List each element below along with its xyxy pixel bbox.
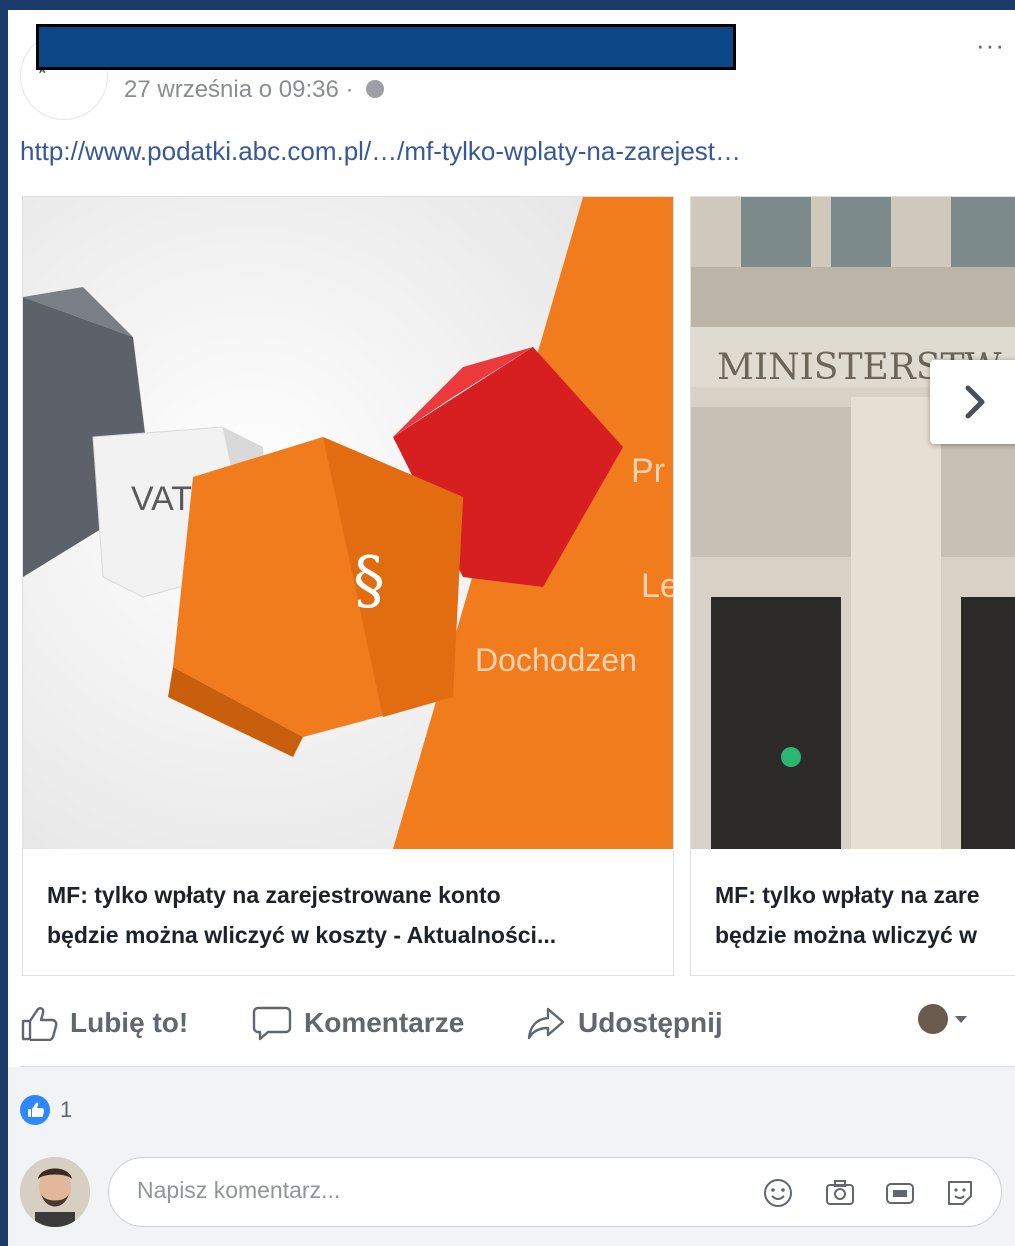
post-link[interactable]: http://www.podatki.abc.com.pl/…/mf-tylko… (20, 136, 741, 167)
avatar[interactable] (20, 1157, 90, 1227)
caret-down-icon (955, 1016, 967, 1023)
more-options-icon[interactable]: ··· (976, 30, 1005, 61)
gif-button[interactable] (883, 1176, 917, 1210)
likes-summary[interactable]: 1 (20, 1095, 72, 1125)
share-label[interactable]: Udostępnij (578, 1007, 723, 1039)
comment-bubble-icon (252, 1006, 292, 1041)
carousel-card[interactable]: MINISTERSTW MF: tylko wpłaty na zare będ… (690, 196, 1015, 976)
like-reaction-icon (20, 1095, 50, 1125)
card-title[interactable]: MF: tylko wpłaty na zarejestrowane konto… (47, 875, 663, 955)
image-text-le: Le (641, 567, 673, 605)
card-title-line[interactable]: będzie można wliczyć w (715, 915, 1015, 955)
card-image[interactable]: VAT § Pr Le Dochodzen (23, 197, 673, 849)
paragraph-symbol: § (353, 544, 385, 618)
card-title-line[interactable]: MF: tylko wpłaty na zarejestrowane konto (47, 875, 663, 915)
sticker-icon (948, 1181, 972, 1205)
post-card: A 27 września o 09:36 · ··· http://www.p… (8, 10, 1015, 1246)
camera-icon (826, 1180, 854, 1205)
tax-cubes-image: VAT § Pr Le Dochodzen (23, 197, 673, 849)
post-timestamp[interactable]: 27 września o 09:36 · (124, 76, 385, 104)
avatar (918, 1004, 948, 1034)
like-label[interactable]: Lubię to! (70, 1007, 188, 1039)
comment-composer[interactable] (108, 1157, 1002, 1227)
vat-label: VAT (131, 480, 192, 518)
emoji-button[interactable] (761, 1176, 795, 1210)
audience-selector[interactable] (918, 1004, 968, 1034)
timestamp-text[interactable]: 27 września o 09:36 · (124, 76, 353, 103)
card-title-line[interactable]: będzie można wliczyć w koszty - Aktualno… (47, 915, 663, 955)
globe-icon (366, 79, 385, 98)
comment-input[interactable] (135, 1176, 699, 1205)
action-bar: Lubię to! Komentarze Udostępnij (20, 998, 1010, 1048)
user-avatar-image (20, 1157, 90, 1227)
card-title[interactable]: MF: tylko wpłaty na zare będzie można wl… (715, 875, 1015, 955)
comment-button[interactable]: Komentarze (252, 998, 464, 1048)
card-image[interactable]: MINISTERSTW (691, 197, 1015, 849)
gif-icon (886, 1183, 914, 1204)
smiley-icon (764, 1179, 792, 1207)
carousel-card[interactable]: VAT § Pr Le Dochodzen MF: tylko wpłaty n… (22, 196, 674, 976)
carousel-next-button[interactable] (930, 360, 1015, 444)
image-text-dochodzen: Dochodzen (475, 642, 637, 678)
image-text-pr: Pr (631, 452, 665, 490)
share-button[interactable]: Udostępnij (526, 998, 723, 1048)
ministry-building-image: MINISTERSTW (691, 197, 1015, 849)
likes-count[interactable]: 1 (60, 1097, 72, 1123)
reactions-and-comments: 1 (8, 1067, 1015, 1246)
chevron-right-icon (965, 385, 985, 419)
like-button[interactable]: Lubię to! (20, 998, 188, 1048)
redacted-page-name (36, 24, 736, 70)
card-title-line[interactable]: MF: tylko wpłaty na zare (715, 875, 1015, 915)
comment-label[interactable]: Komentarze (304, 1007, 464, 1039)
photo-button[interactable] (823, 1176, 857, 1210)
link-carousel: VAT § Pr Le Dochodzen MF: tylko wpłaty n… (22, 196, 1015, 976)
thumbs-up-icon (21, 1007, 58, 1041)
sticker-button[interactable] (943, 1176, 977, 1210)
share-arrow-icon (527, 1007, 565, 1040)
